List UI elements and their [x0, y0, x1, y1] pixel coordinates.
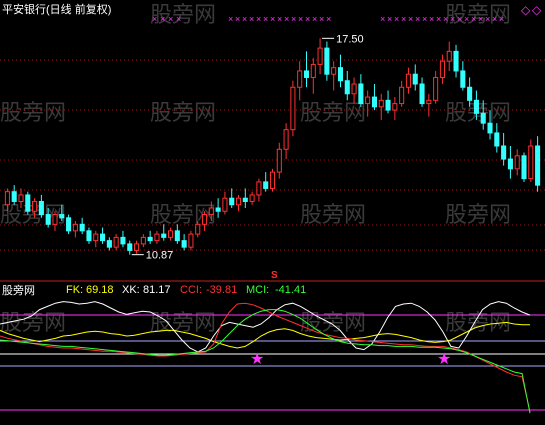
top-marker: × [256, 14, 261, 24]
top-marker: × [284, 14, 289, 24]
stock-chart-canvas[interactable]: 股旁网 股旁网 股旁网 股旁网 股旁网 股旁网 股旁网 股旁网 股旁网 股旁网 … [0, 0, 545, 425]
top-marker: × [326, 14, 331, 24]
top-marker: × [319, 14, 324, 24]
top-marker: × [478, 14, 483, 24]
candle [66, 214, 72, 235]
top-marker: × [312, 14, 317, 24]
top-marker: × [298, 14, 303, 24]
top-marker: × [277, 14, 282, 24]
top-marker: × [176, 14, 181, 24]
top-marker: × [228, 14, 233, 24]
watermark-text: 股旁网 [300, 101, 366, 126]
top-marker: × [492, 14, 497, 24]
watermark-text: 股旁网 [300, 203, 366, 228]
top-marker: × [168, 14, 173, 24]
candle [290, 80, 296, 137]
diamond-icon[interactable]: ◇ [532, 3, 542, 17]
top-marker: × [152, 14, 157, 24]
top-marker: × [387, 14, 392, 24]
watermark-text: 股旁网 [445, 203, 511, 228]
low-price-label: 10.87 [146, 250, 174, 262]
top-marker: × [499, 14, 504, 24]
top-marker: × [249, 14, 254, 24]
top-marker: × [235, 14, 240, 24]
high-price-label: 17.50 [336, 33, 364, 45]
top-marker: × [422, 14, 427, 24]
candle [25, 191, 31, 215]
top-marker: × [485, 14, 490, 24]
candle [521, 152, 527, 182]
top-marker: × [394, 14, 399, 24]
panel-controls[interactable]: ◇ ◇ [521, 3, 542, 17]
top-marker: × [450, 14, 455, 24]
top-marker: × [464, 14, 469, 24]
top-marker: × [291, 14, 296, 24]
top-marker: × [305, 14, 310, 24]
cci-value: -39.81 [206, 284, 237, 296]
top-marker: × [436, 14, 441, 24]
top-marker: × [242, 14, 247, 24]
top-marker: × [415, 14, 420, 24]
indicator-panel-title: 股旁网 [2, 283, 35, 297]
top-marker: × [443, 14, 448, 24]
cci-label: CCI: [180, 284, 202, 296]
candle [269, 168, 276, 192]
fk-value: 69.18 [86, 284, 114, 296]
top-marker: × [401, 14, 406, 24]
top-marker: × [160, 14, 165, 24]
top-marker: × [429, 14, 434, 24]
diamond-icon[interactable]: ◇ [521, 3, 531, 17]
top-marker: × [408, 14, 413, 24]
top-marker: × [457, 14, 462, 24]
candle [188, 230, 194, 251]
signal-marker: S [271, 270, 278, 281]
top-marker: × [270, 14, 275, 24]
mci-label: MCI: [246, 284, 269, 296]
top-marker: × [380, 14, 385, 24]
chart-title: 平安银行(日线 前复权) [2, 2, 111, 16]
star-icon: ★ [250, 351, 264, 368]
watermark-text: 股旁网 [150, 101, 216, 126]
star-icon: ★ [437, 351, 451, 368]
top-marker: × [263, 14, 268, 24]
xk-label: XK: [122, 284, 140, 296]
top-marker: × [471, 14, 476, 24]
watermark-text: 股旁网 [0, 101, 66, 126]
mci-value: -41.41 [275, 284, 306, 296]
candle [528, 139, 534, 182]
xk-value: 81.17 [143, 284, 171, 296]
fk-label: FK: [66, 284, 83, 296]
